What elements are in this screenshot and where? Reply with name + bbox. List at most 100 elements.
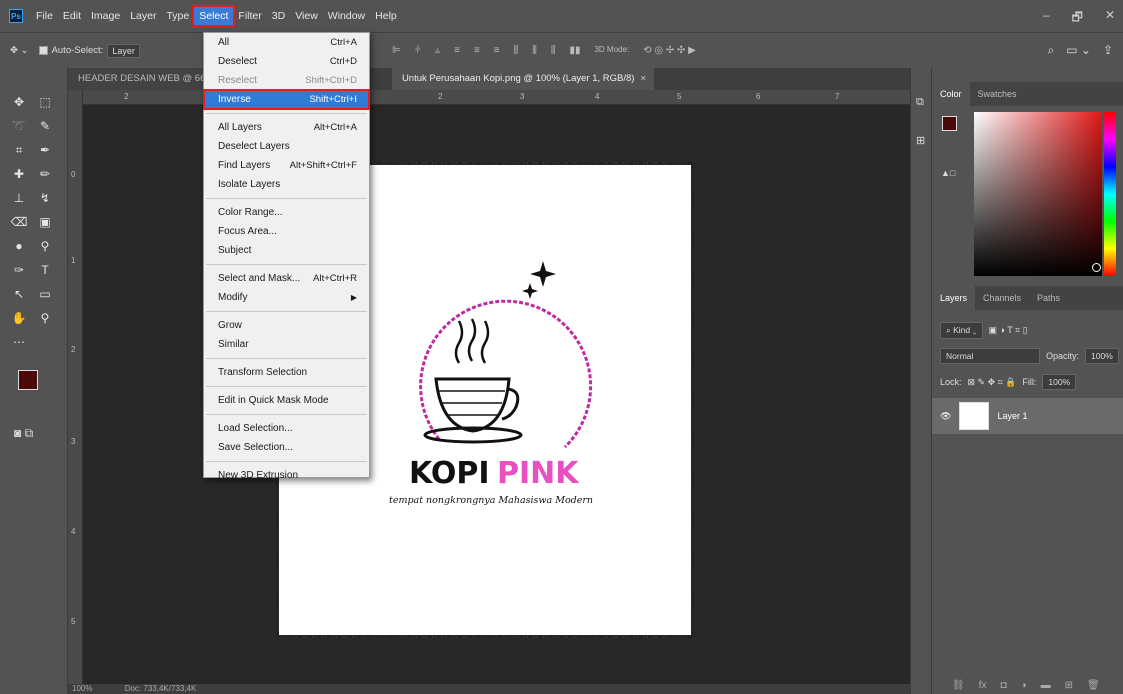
menu-item-inverse[interactable]: Inverse Shift+Ctrl+I bbox=[203, 89, 370, 110]
close-icon[interactable]: ✕ bbox=[1105, 8, 1115, 29]
auto-select-checkbox[interactable] bbox=[38, 46, 48, 55]
menu-item-isolate-layers[interactable]: Isolate Layers bbox=[204, 175, 369, 194]
mask-icon[interactable]: ◘ bbox=[1000, 680, 1006, 691]
menu-edit[interactable]: Edit bbox=[58, 7, 86, 25]
stamp-tool-icon[interactable]: ⊥ bbox=[8, 188, 30, 208]
visibility-eye-icon[interactable]: 👁 bbox=[940, 411, 951, 422]
menu-item-similar[interactable]: Similar bbox=[204, 335, 369, 354]
panel-foreground-swatch[interactable] bbox=[942, 116, 957, 131]
workspace-icon[interactable]: ▭ ⌄ bbox=[1066, 43, 1091, 58]
fill-field[interactable]: 100% bbox=[1042, 374, 1077, 390]
menu-view[interactable]: View bbox=[290, 7, 323, 25]
opacity-field[interactable]: 100% bbox=[1085, 348, 1119, 364]
menu-item-subject[interactable]: Subject bbox=[204, 241, 369, 260]
menu-select[interactable]: Select bbox=[192, 5, 236, 27]
path-select-tool-icon[interactable]: ↖ bbox=[8, 284, 30, 304]
group-icon[interactable]: ▬ bbox=[1041, 680, 1051, 691]
quick-mask-icon[interactable]: ◙ ⧉ bbox=[14, 426, 33, 441]
menu-item-edit-in-quick-mask-mode[interactable]: Edit in Quick Mask Mode bbox=[204, 391, 369, 410]
filter-icons[interactable]: ▣ ◑ T ⌗ ▯ bbox=[989, 325, 1028, 336]
distribute-v-icon[interactable]: ⫼ bbox=[551, 45, 556, 56]
fx-icon[interactable]: fx bbox=[979, 680, 987, 691]
zoom-level[interactable]: 100% bbox=[72, 684, 92, 693]
marquee-tool-icon[interactable]: ⬚ bbox=[34, 92, 56, 112]
share-icon[interactable]: ⇪ bbox=[1103, 43, 1113, 58]
quick-select-tool-icon[interactable]: ✎ bbox=[34, 116, 56, 136]
menu-item-new-3d-extrusion[interactable]: New 3D Extrusion bbox=[204, 466, 369, 485]
blur-tool-icon[interactable]: ● bbox=[8, 236, 30, 256]
tab-channels[interactable]: Channels bbox=[975, 286, 1029, 310]
tab-close-icon[interactable]: × bbox=[640, 73, 646, 84]
properties-panel-icon[interactable]: ⊞ bbox=[916, 134, 925, 147]
color-swatches[interactable] bbox=[18, 370, 58, 414]
crop-tool-icon[interactable]: ⌗ bbox=[8, 140, 30, 160]
hand-tool-icon[interactable]: ✋ bbox=[8, 308, 30, 328]
color-picker-field[interactable] bbox=[974, 112, 1102, 276]
more-tools-icon[interactable]: ⋯ bbox=[8, 332, 30, 352]
menu-item-find-layers[interactable]: Find Layers Alt+Shift+Ctrl+F bbox=[204, 156, 369, 175]
menu-item-color-range[interactable]: Color Range... bbox=[204, 203, 369, 222]
kind-filter-dropdown[interactable]: ⌕ Kind ⌄ bbox=[940, 322, 983, 339]
link-icon[interactable]: ⛓ bbox=[952, 680, 965, 691]
menu-item-save-selection[interactable]: Save Selection... bbox=[204, 438, 369, 457]
lock-icons[interactable]: ⊠ ✎ ✥ ⌗ 🔒 bbox=[968, 377, 1017, 388]
zoom-tool-icon[interactable]: ⚲ bbox=[34, 308, 56, 328]
menu-image[interactable]: Image bbox=[86, 7, 125, 25]
layer-name[interactable]: Layer 1 bbox=[997, 411, 1027, 421]
menu-filter[interactable]: Filter bbox=[233, 7, 266, 25]
blend-mode-dropdown[interactable]: Normal bbox=[940, 348, 1040, 364]
pen-tool-icon[interactable]: ✑ bbox=[8, 260, 30, 280]
foreground-color-swatch[interactable] bbox=[18, 370, 38, 390]
menu-help[interactable]: Help bbox=[370, 7, 402, 25]
menu-item-load-selection[interactable]: Load Selection... bbox=[204, 419, 369, 438]
lasso-tool-icon[interactable]: ➰ bbox=[8, 116, 30, 136]
dodge-tool-icon[interactable]: ⚲ bbox=[34, 236, 56, 256]
auto-select-target-dropdown[interactable]: Layer bbox=[107, 43, 140, 58]
tab-layers[interactable]: Layers bbox=[932, 286, 976, 310]
align-center-icon[interactable]: ⫩ bbox=[415, 45, 421, 56]
move-tool-preset-icon[interactable]: ✥ ⌄ bbox=[10, 45, 29, 56]
color-picker-handle[interactable] bbox=[1092, 263, 1101, 272]
distribute-space-icon[interactable]: ⫼ bbox=[532, 45, 537, 56]
move-tool-icon[interactable]: ✥ bbox=[8, 92, 30, 112]
align-right-icon[interactable]: ⫨ bbox=[434, 45, 440, 56]
type-tool-icon[interactable]: T bbox=[34, 260, 56, 280]
restore-icon[interactable]: 🗗 bbox=[1072, 8, 1083, 29]
tab-kopi-png[interactable]: Untuk Perusahaan Kopi.png @ 100% (Layer … bbox=[391, 68, 654, 90]
eraser-tool-icon[interactable]: ⌫ bbox=[8, 212, 30, 232]
history-brush-icon[interactable]: ↯ bbox=[34, 188, 56, 208]
menu-item-all[interactable]: All Ctrl+A bbox=[204, 33, 369, 52]
menu-item-focus-area[interactable]: Focus Area... bbox=[204, 222, 369, 241]
eyedropper-tool-icon[interactable]: ✒ bbox=[34, 140, 56, 160]
distribute-h-icon[interactable]: ⫼ bbox=[514, 45, 519, 56]
healing-tool-icon[interactable]: ✚ bbox=[8, 164, 30, 184]
menu-window[interactable]: Window bbox=[323, 7, 370, 25]
distribute-middle-icon[interactable]: ≡ bbox=[474, 45, 480, 56]
tab-swatches[interactable]: Swatches bbox=[970, 82, 1025, 106]
brush-tool-icon[interactable]: ✏ bbox=[34, 164, 56, 184]
menu-3d[interactable]: 3D bbox=[267, 7, 290, 25]
history-panel-icon[interactable]: ⧉ bbox=[916, 96, 924, 109]
new-layer-icon[interactable]: ⊞ bbox=[1065, 680, 1073, 691]
3d-orbit-icon[interactable]: ⟲ ◎ ✢ ✣ ▶ bbox=[643, 45, 696, 56]
distribute-bottom-icon[interactable]: ≡ bbox=[494, 45, 500, 56]
distribute-top-icon[interactable]: ≡ bbox=[454, 45, 460, 56]
tab-color[interactable]: Color bbox=[932, 82, 970, 106]
menu-item-deselect-layers[interactable]: Deselect Layers bbox=[204, 137, 369, 156]
tab-paths[interactable]: Paths bbox=[1029, 286, 1068, 310]
menu-layer[interactable]: Layer bbox=[125, 7, 161, 25]
search-icon[interactable]: ⌕ bbox=[1047, 43, 1054, 58]
trash-icon[interactable]: 🗑 bbox=[1087, 680, 1100, 691]
menu-file[interactable]: File bbox=[31, 7, 58, 25]
menu-item-deselect[interactable]: Deselect Ctrl+D bbox=[204, 52, 369, 71]
minimize-icon[interactable]: – bbox=[1043, 8, 1050, 29]
menu-item-transform-selection[interactable]: Transform Selection bbox=[204, 363, 369, 382]
gradient-tool-icon[interactable]: ▣ bbox=[34, 212, 56, 232]
align-left-icon[interactable]: ⊫ bbox=[392, 45, 401, 56]
align-more-icon[interactable]: ▮▮ bbox=[569, 45, 580, 56]
adjustment-icon[interactable]: ◑ bbox=[1021, 680, 1027, 691]
tab-header-desain[interactable]: HEADER DESAIN WEB @ 66,7 bbox=[68, 68, 222, 90]
menu-item-all-layers[interactable]: All Layers Alt+Ctrl+A bbox=[204, 118, 369, 137]
layer-row[interactable]: 👁 Layer 1 bbox=[932, 398, 1123, 434]
hue-slider[interactable] bbox=[1104, 112, 1116, 276]
